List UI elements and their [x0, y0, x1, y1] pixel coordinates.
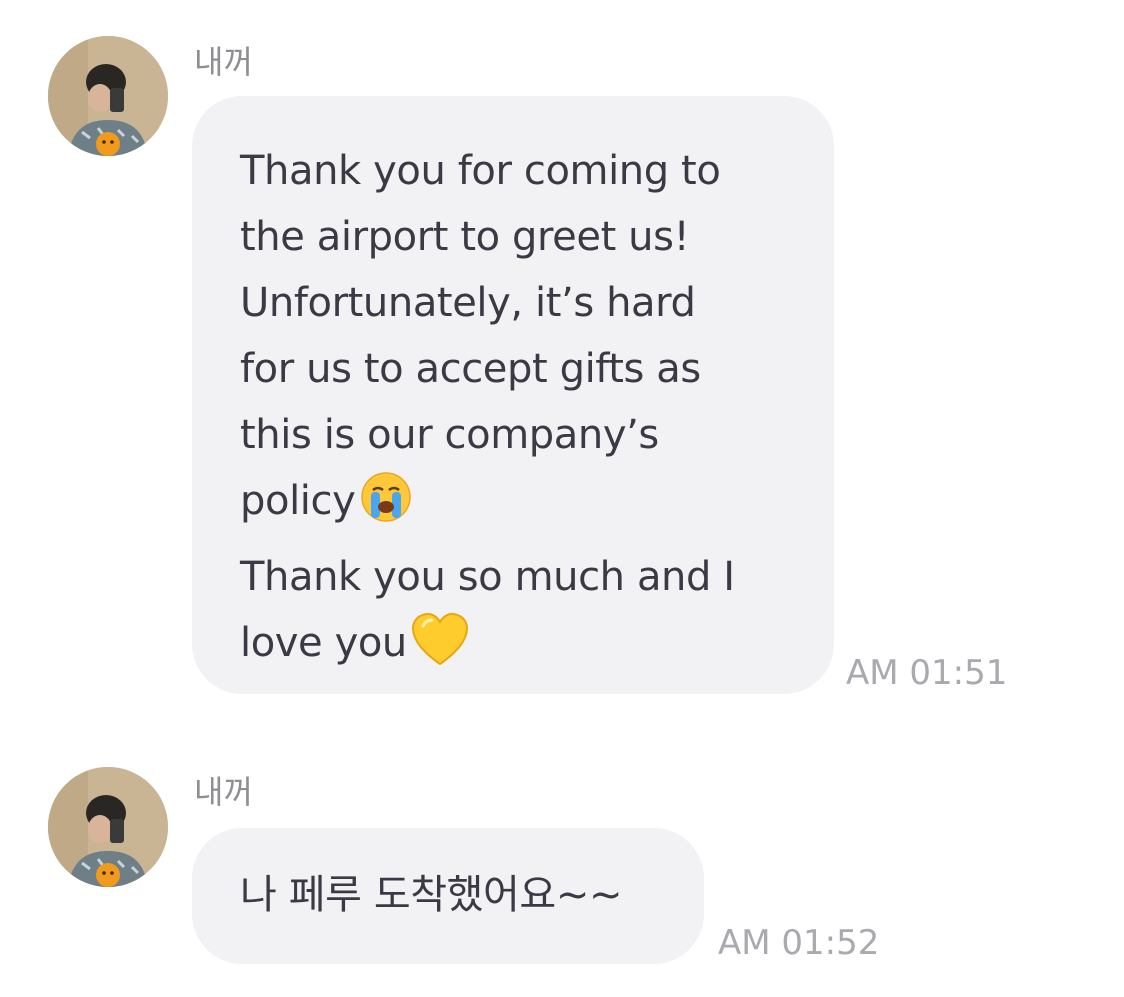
message-timestamp: AM 01:52 — [718, 923, 880, 963]
message-line: the airport to greet us! — [240, 214, 690, 260]
message-line: Unfortunately, it’s hard — [240, 280, 696, 326]
message-bubble[interactable]: 나 페루 도착했어요~~ — [192, 828, 704, 964]
message-line: love you — [240, 620, 407, 666]
sender-name: 내꺼 — [194, 773, 253, 811]
message-line: for us to accept gifts as — [240, 346, 701, 392]
message-text: Thank you for coming to the airport to g… — [240, 138, 794, 686]
message-line: Thank you for coming to — [240, 148, 721, 194]
avatar[interactable] — [48, 767, 168, 887]
message-timestamp: AM 01:51 — [846, 653, 1008, 693]
message-line: Thank you so much and I — [240, 554, 735, 600]
message-text: 나 페루 도착했어요~~ — [240, 872, 623, 918]
crying-face-icon — [359, 470, 413, 544]
yellow-heart-icon — [411, 612, 469, 686]
profile-photo-icon — [48, 767, 168, 887]
sender-name: 내꺼 — [194, 43, 253, 81]
profile-photo-icon — [48, 36, 168, 156]
message-bubble[interactable]: Thank you for coming to the airport to g… — [192, 96, 834, 694]
avatar[interactable] — [48, 36, 168, 156]
message-line: policy — [240, 478, 356, 524]
message-line: this is our company’s — [240, 412, 659, 458]
